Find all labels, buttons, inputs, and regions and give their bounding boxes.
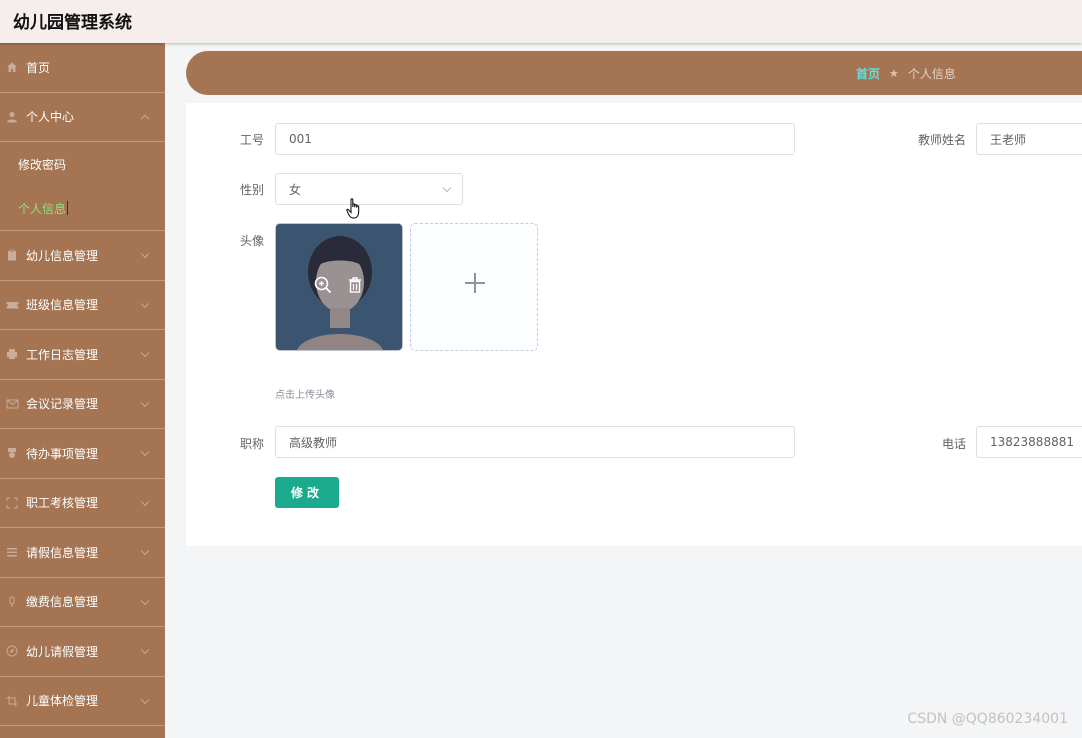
sidebar-item-label: 首页 xyxy=(26,60,51,75)
phone-label: 电话 xyxy=(941,437,966,451)
chevron-down-icon xyxy=(140,249,150,259)
update-button[interactable]: 修改 xyxy=(275,477,339,508)
chevron-down-icon xyxy=(140,596,150,605)
avatar-label: 头像 xyxy=(239,234,264,248)
text-caret xyxy=(67,201,69,215)
avatar-upload-hint: 点击上传头像 xyxy=(275,390,335,401)
gender-select[interactable]: 女 xyxy=(275,173,463,205)
sidebar-item-child-leave[interactable]: 幼儿请假管理 xyxy=(0,627,165,677)
employee-id-label: 工号 xyxy=(239,133,264,147)
teacher-name-input[interactable]: 王老师 xyxy=(976,123,1082,155)
delete-icon[interactable] xyxy=(346,276,364,298)
app-title: 幼儿园管理系统 xyxy=(13,13,132,33)
compass-icon xyxy=(5,644,19,658)
sidebar-menu: 首页 个人中心 修改密码 个人信息 幼儿信息管理 班级信息管理 工作日志管理 会… xyxy=(0,43,165,738)
sidebar-item-label: 儿童体检管理 xyxy=(26,694,99,709)
personal-info-form: 工号 001 教师姓名 王老师 性别 女 头像 点击上传头像 职称 高级教师 电… xyxy=(186,103,1082,546)
avatar-preview xyxy=(275,223,403,351)
avatar-upload-button[interactable] xyxy=(410,223,538,351)
sidebar-item-label: 会议记录管理 xyxy=(26,397,99,412)
medal-icon xyxy=(5,446,19,460)
chevron-down-icon xyxy=(140,447,150,457)
sidebar-item-personal-center[interactable]: 个人中心 xyxy=(0,93,165,142)
personal-center-submenu: 修改密码 个人信息 xyxy=(0,142,165,231)
job-title-input[interactable]: 高级教师 xyxy=(275,426,795,458)
sidebar-item-payment-info[interactable]: 缴费信息管理 xyxy=(0,578,165,627)
sidebar-item-staff-assessment[interactable]: 职工考核管理 xyxy=(0,479,165,528)
sidebar-item-label: 幼儿信息管理 xyxy=(26,248,99,263)
sidebar-subitem-label: 修改密码 xyxy=(18,157,67,172)
clipboard-icon xyxy=(5,248,19,262)
top-header: 幼儿园管理系统 xyxy=(0,0,1082,43)
sidebar-item-home[interactable]: 首页 xyxy=(0,43,165,93)
gender-label: 性别 xyxy=(239,183,264,197)
list-icon xyxy=(5,545,19,559)
printer-icon xyxy=(5,347,19,361)
breadcrumb-current: 个人信息 xyxy=(907,67,956,81)
zoom-in-icon[interactable] xyxy=(314,276,332,298)
sidebar-subitem-label: 个人信息 xyxy=(18,201,67,216)
home-icon xyxy=(5,60,19,74)
job-title-label: 职称 xyxy=(239,437,264,451)
sidebar-subitem-change-password[interactable]: 修改密码 xyxy=(0,142,165,186)
employee-id-input[interactable]: 001 xyxy=(275,123,795,155)
sidebar-item-label: 缴费信息管理 xyxy=(26,595,99,610)
breadcrumb-home-link[interactable]: 首页 xyxy=(856,65,880,82)
sidebar-item-todo[interactable]: 待办事项管理 xyxy=(0,429,165,479)
sidebar-item-class-info[interactable]: 班级信息管理 xyxy=(0,281,165,330)
sidebar-item-label: 待办事项管理 xyxy=(26,446,99,461)
breadcrumb-separator-icon: ★ xyxy=(889,67,899,80)
breadcrumb-bar: 首页 ★ 个人信息 xyxy=(186,51,1082,95)
gender-select-value: 女 xyxy=(289,182,302,197)
microphone-icon xyxy=(5,595,19,609)
avatar-photo xyxy=(276,224,402,350)
chevron-down-icon xyxy=(140,645,150,655)
sidebar-item-child-info[interactable]: 幼儿信息管理 xyxy=(0,231,165,281)
plus-icon-vertical xyxy=(474,273,476,293)
watermark-text: CSDN @QQ860234001 xyxy=(907,711,1068,727)
ticket-icon xyxy=(5,298,19,312)
phone-input[interactable]: 13823888881 xyxy=(976,426,1082,458)
chevron-up-icon xyxy=(140,114,150,123)
crop-icon xyxy=(5,694,19,708)
hand-pointer-cursor-icon xyxy=(346,198,362,224)
sidebar-item-label: 幼儿请假管理 xyxy=(26,644,99,659)
sidebar-item-label: 请假信息管理 xyxy=(26,545,99,560)
fullscreen-icon xyxy=(5,496,19,510)
sidebar-item-label: 职工考核管理 xyxy=(26,496,99,511)
sidebar-item-label: 个人中心 xyxy=(26,110,75,125)
sidebar-item-leave-info[interactable]: 请假信息管理 xyxy=(0,528,165,578)
chevron-down-icon xyxy=(140,546,150,556)
sidebar-item-label: 班级信息管理 xyxy=(26,298,99,313)
chevron-down-icon xyxy=(140,398,150,407)
sidebar-item-work-log[interactable]: 工作日志管理 xyxy=(0,330,165,380)
chevron-down-icon xyxy=(140,299,150,308)
message-icon xyxy=(5,397,19,411)
chevron-down-icon xyxy=(140,497,150,506)
sidebar-item-child-checkup[interactable]: 儿童体检管理 xyxy=(0,677,165,726)
breadcrumb: 首页 ★ 个人信息 xyxy=(856,65,956,82)
teacher-name-label: 教师姓名 xyxy=(917,133,966,147)
sidebar-subitem-personal-info[interactable]: 个人信息 xyxy=(0,186,165,230)
chevron-down-icon xyxy=(140,695,150,704)
user-icon xyxy=(5,110,19,124)
sidebar-item-meeting-records[interactable]: 会议记录管理 xyxy=(0,380,165,429)
sidebar-item-label: 工作日志管理 xyxy=(26,347,99,362)
chevron-down-icon xyxy=(442,183,452,193)
chevron-down-icon xyxy=(140,348,150,358)
